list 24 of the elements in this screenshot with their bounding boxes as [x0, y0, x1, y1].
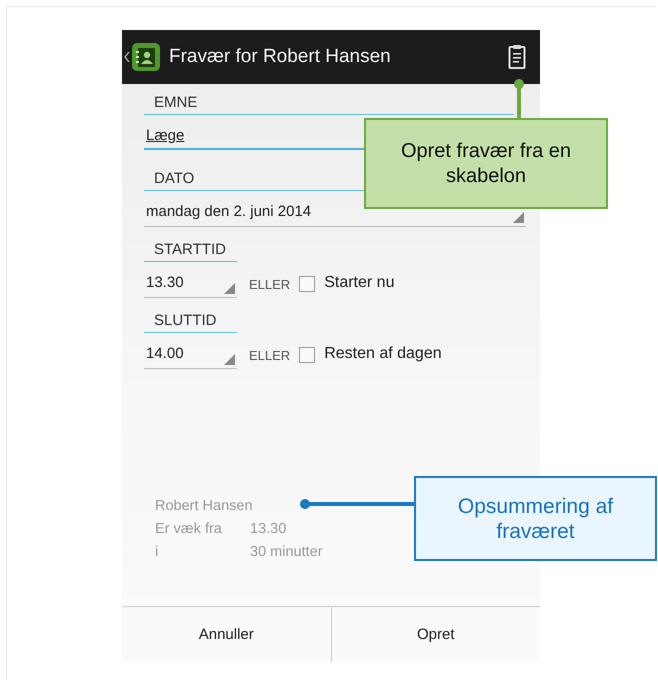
summary-value: 13.30 — [250, 520, 286, 539]
callout-tooltip: Opsummering af fraværet — [414, 476, 657, 561]
dialog-button[interactable]: Annuller — [122, 607, 330, 662]
summary-name: Robert Hansen — [155, 497, 253, 516]
or-label: ELLER — [249, 277, 290, 292]
contact-book-icon[interactable] — [131, 42, 161, 72]
field-label: STARTTID — [144, 241, 237, 262]
summary-value: 30 minutter — [250, 543, 323, 562]
summary-label: Er væk fra — [155, 520, 223, 539]
checkbox-label: Starter nu — [324, 274, 394, 292]
clipboard-icon[interactable] — [508, 44, 526, 70]
checkbox[interactable] — [299, 276, 316, 292]
time-spinner[interactable]: 14.00 — [144, 335, 237, 369]
summary-label: i — [155, 543, 160, 562]
time-spinner[interactable]: 13.30 — [144, 264, 237, 298]
back-caret-icon[interactable] — [124, 51, 130, 63]
dialog-button[interactable]: Opret — [330, 607, 540, 662]
callout-tooltip: Opret fravær fra en skabelon — [364, 118, 608, 209]
or-label: ELLER — [249, 348, 290, 363]
checkbox[interactable] — [299, 347, 316, 363]
screen-title: Fravær for Robert Hansen — [169, 46, 392, 68]
checkbox-label: Resten af dagen — [324, 345, 442, 363]
field-label: EMNE — [144, 94, 514, 115]
field-label: SLUTTID — [144, 312, 237, 333]
